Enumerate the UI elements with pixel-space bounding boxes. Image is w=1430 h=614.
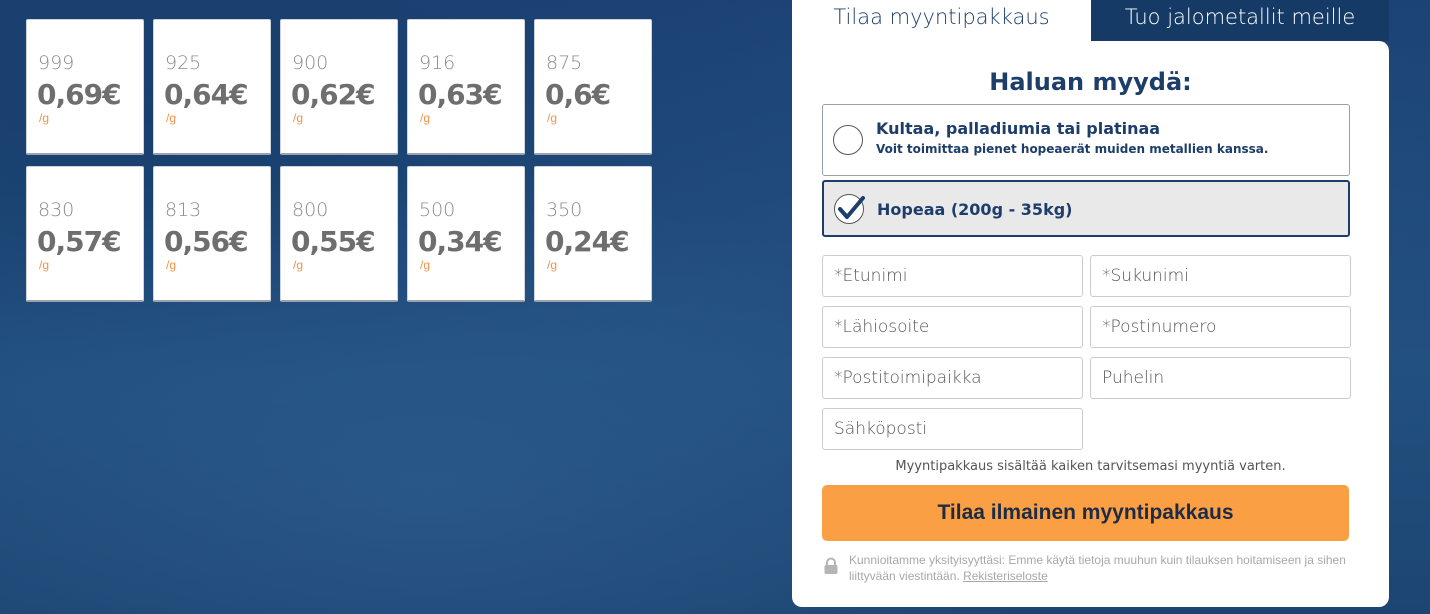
price-tile-916: 916 0,63€ /g <box>407 19 525 155</box>
fineness-label: 916 <box>419 52 456 74</box>
price-tile-900: 900 0,62€ /g <box>280 19 398 155</box>
price-unit: /g <box>39 111 50 125</box>
price-value: 0,57€ <box>37 225 122 258</box>
price-value: 0,34€ <box>418 225 503 258</box>
price-value: 0,62€ <box>291 78 376 111</box>
checkmark-icon <box>838 196 865 219</box>
first-name-field[interactable] <box>822 255 1083 297</box>
price-value: 0,56€ <box>164 225 249 258</box>
price-unit: /g <box>420 258 431 272</box>
street-address-field[interactable] <box>822 306 1083 348</box>
option-label: Hopeaa (200g - 35kg) <box>877 200 1073 219</box>
tab-order-sales-pack[interactable]: Tilaa myyntipakkaus <box>792 0 1091 41</box>
price-unit: /g <box>166 258 177 272</box>
tab-bring-metals[interactable]: Tuo jalometallit meille <box>1091 0 1389 41</box>
price-unit: /g <box>166 111 177 125</box>
fineness-label: 500 <box>419 199 456 221</box>
price-value: 0,69€ <box>37 78 122 111</box>
price-unit: /g <box>547 111 558 125</box>
price-unit: /g <box>293 258 304 272</box>
privacy-text: Kunnioitamme yksityisyyttäsi: Emme käytä… <box>849 553 1346 583</box>
option-gold-palladium-platinum[interactable]: Kultaa, palladiumia tai platinaa Voit to… <box>822 104 1350 176</box>
order-free-pack-button[interactable]: Tilaa ilmainen myyntipakkaus <box>822 485 1349 541</box>
privacy-policy-link[interactable]: Rekisteriseloste <box>963 569 1048 583</box>
city-field[interactable] <box>822 357 1083 399</box>
option-silver[interactable]: Hopeaa (200g - 35kg) <box>822 180 1350 237</box>
fineness-label: 813 <box>165 199 202 221</box>
radio-unchecked-icon[interactable] <box>833 125 863 155</box>
option-label: Kultaa, palladiumia tai platinaa <box>876 119 1161 138</box>
fineness-label: 900 <box>292 52 329 74</box>
fineness-label: 925 <box>165 52 202 74</box>
form-title: Haluan myydä: <box>989 68 1192 96</box>
fineness-label: 875 <box>546 52 583 74</box>
phone-field[interactable] <box>1090 357 1351 399</box>
postal-code-field[interactable] <box>1090 306 1351 348</box>
radio-checked-icon[interactable] <box>834 194 865 224</box>
price-unit: /g <box>420 111 431 125</box>
price-tile-800: 800 0,55€ /g <box>280 166 398 302</box>
lock-icon <box>824 557 838 574</box>
price-unit: /g <box>39 258 50 272</box>
price-value: 0,55€ <box>291 225 376 258</box>
privacy-notice: Kunnioitamme yksityisyyttäsi: Emme käytä… <box>849 552 1369 584</box>
price-tile-830: 830 0,57€ /g <box>26 166 144 302</box>
email-field[interactable] <box>822 408 1083 450</box>
fineness-label: 350 <box>546 199 583 221</box>
fineness-label: 830 <box>38 199 75 221</box>
price-tile-813: 813 0,56€ /g <box>153 166 271 302</box>
price-value: 0,64€ <box>164 78 249 111</box>
price-value: 0,63€ <box>418 78 503 111</box>
fineness-label: 800 <box>292 199 329 221</box>
price-value: 0,6€ <box>545 78 611 111</box>
price-tile-500: 500 0,34€ /g <box>407 166 525 302</box>
price-unit: /g <box>547 258 558 272</box>
price-unit: /g <box>293 111 304 125</box>
last-name-field[interactable] <box>1090 255 1351 297</box>
price-tile-999: 999 0,69€ /g <box>26 19 144 155</box>
fineness-label: 999 <box>38 52 75 74</box>
price-tile-875: 875 0,6€ /g <box>534 19 652 155</box>
option-subtext: Voit toimittaa pienet hopeaerät muiden m… <box>876 142 1269 156</box>
order-form-panel: Haluan myydä: Kultaa, palladiumia tai pl… <box>792 41 1389 607</box>
info-text: Myyntipakkaus sisältää kaiken tarvitsema… <box>895 459 1286 474</box>
price-tile-925: 925 0,64€ /g <box>153 19 271 155</box>
price-tile-350: 350 0,24€ /g <box>534 166 652 302</box>
price-value: 0,24€ <box>545 225 630 258</box>
